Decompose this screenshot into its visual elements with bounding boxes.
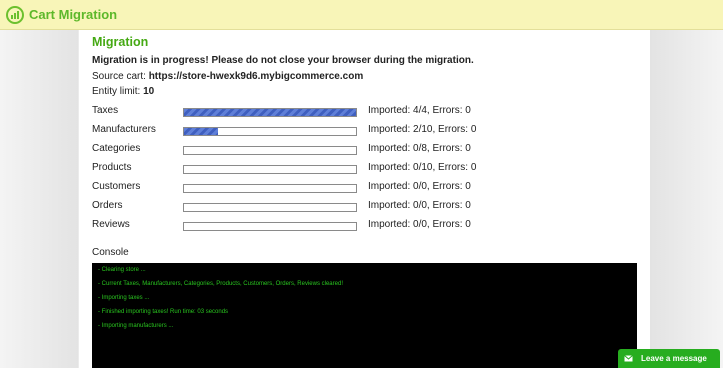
- progress-bar: [183, 165, 357, 174]
- progress-fill: [184, 109, 356, 116]
- console-line: - Current Taxes, Manufacturers, Categori…: [98, 281, 343, 287]
- entity-row-reviews: Reviews Imported: 0/0, Errors: 0: [92, 219, 652, 233]
- entity-status: Imported: 0/8, Errors: 0: [368, 143, 471, 154]
- progress-bar: [183, 203, 357, 212]
- leave-message-label: Leave a message: [641, 354, 707, 363]
- progress-bar: [183, 146, 357, 155]
- page-title: Migration: [92, 35, 149, 49]
- progress-fill: [184, 128, 219, 135]
- entity-row-customers: Customers Imported: 0/0, Errors: 0: [92, 181, 652, 195]
- entity-label: Products: [92, 162, 132, 173]
- entity-status: Imported: 4/4, Errors: 0: [368, 105, 471, 116]
- entity-row-orders: Orders Imported: 0/0, Errors: 0: [92, 200, 652, 214]
- progress-bar: [183, 108, 357, 117]
- progress-bar: [183, 184, 357, 193]
- progress-warning: Migration is in progress! Please do not …: [92, 55, 474, 66]
- cart-migration-logo-icon: [6, 5, 24, 24]
- console-log[interactable]: - Clearing store ... - Current Taxes, Ma…: [92, 263, 637, 368]
- progress-bar: [183, 127, 357, 136]
- page-margin-right: [650, 30, 723, 368]
- source-cart-url: https://store-hwexk9d6.mybigcommerce.com: [148, 71, 364, 82]
- source-cart-label: Source cart:: [92, 71, 146, 82]
- console-line: - Clearing store ...: [98, 267, 146, 273]
- entity-label: Reviews: [92, 219, 130, 230]
- console-line: - Finished importing taxes! Run time: 03…: [98, 309, 229, 315]
- app-logo[interactable]: Cart Migration: [6, 5, 118, 24]
- migration-panel: Migration Migration is in progress! Plea…: [79, 30, 650, 368]
- entity-status: Imported: 0/0, Errors: 0: [368, 181, 471, 192]
- entity-limit-info: Entity limit: 10: [92, 86, 154, 97]
- entity-row-manufacturers: Manufacturers Imported: 2/10, Errors: 0: [92, 124, 652, 138]
- entity-label: Taxes: [92, 105, 119, 116]
- entity-limit-value: 10: [143, 86, 155, 97]
- header-bar: Cart Migration: [0, 0, 723, 30]
- entity-label: Categories: [92, 143, 141, 154]
- entity-status: Imported: 0/0, Errors: 0: [368, 219, 471, 230]
- console-line: - Importing taxes ...: [98, 295, 150, 301]
- entity-row-taxes: Taxes Imported: 4/4, Errors: 0: [92, 105, 652, 119]
- entity-row-categories: Categories Imported: 0/8, Errors: 0: [92, 143, 652, 157]
- entity-label: Orders: [92, 200, 123, 211]
- console-heading: Console: [92, 247, 129, 258]
- entity-status: Imported: 2/10, Errors: 0: [368, 124, 477, 135]
- app-title: Cart Migration: [29, 7, 118, 22]
- entity-label: Manufacturers: [92, 124, 156, 135]
- entity-status: Imported: 0/10, Errors: 0: [368, 162, 477, 173]
- source-cart-info: Source cart: https://store-hwexk9d6.mybi…: [92, 71, 363, 82]
- leave-message-button[interactable]: Leave a message: [618, 349, 720, 368]
- entity-status: Imported: 0/0, Errors: 0: [368, 200, 471, 211]
- envelope-icon: [624, 355, 633, 362]
- entity-label: Customers: [92, 181, 141, 192]
- progress-bar: [183, 222, 357, 231]
- entity-limit-label: Entity limit:: [92, 86, 141, 97]
- page-margin-left: [0, 30, 78, 368]
- console-line: - Importing manufacturers ...: [98, 323, 174, 329]
- entity-row-products: Products Imported: 0/10, Errors: 0: [92, 162, 652, 176]
